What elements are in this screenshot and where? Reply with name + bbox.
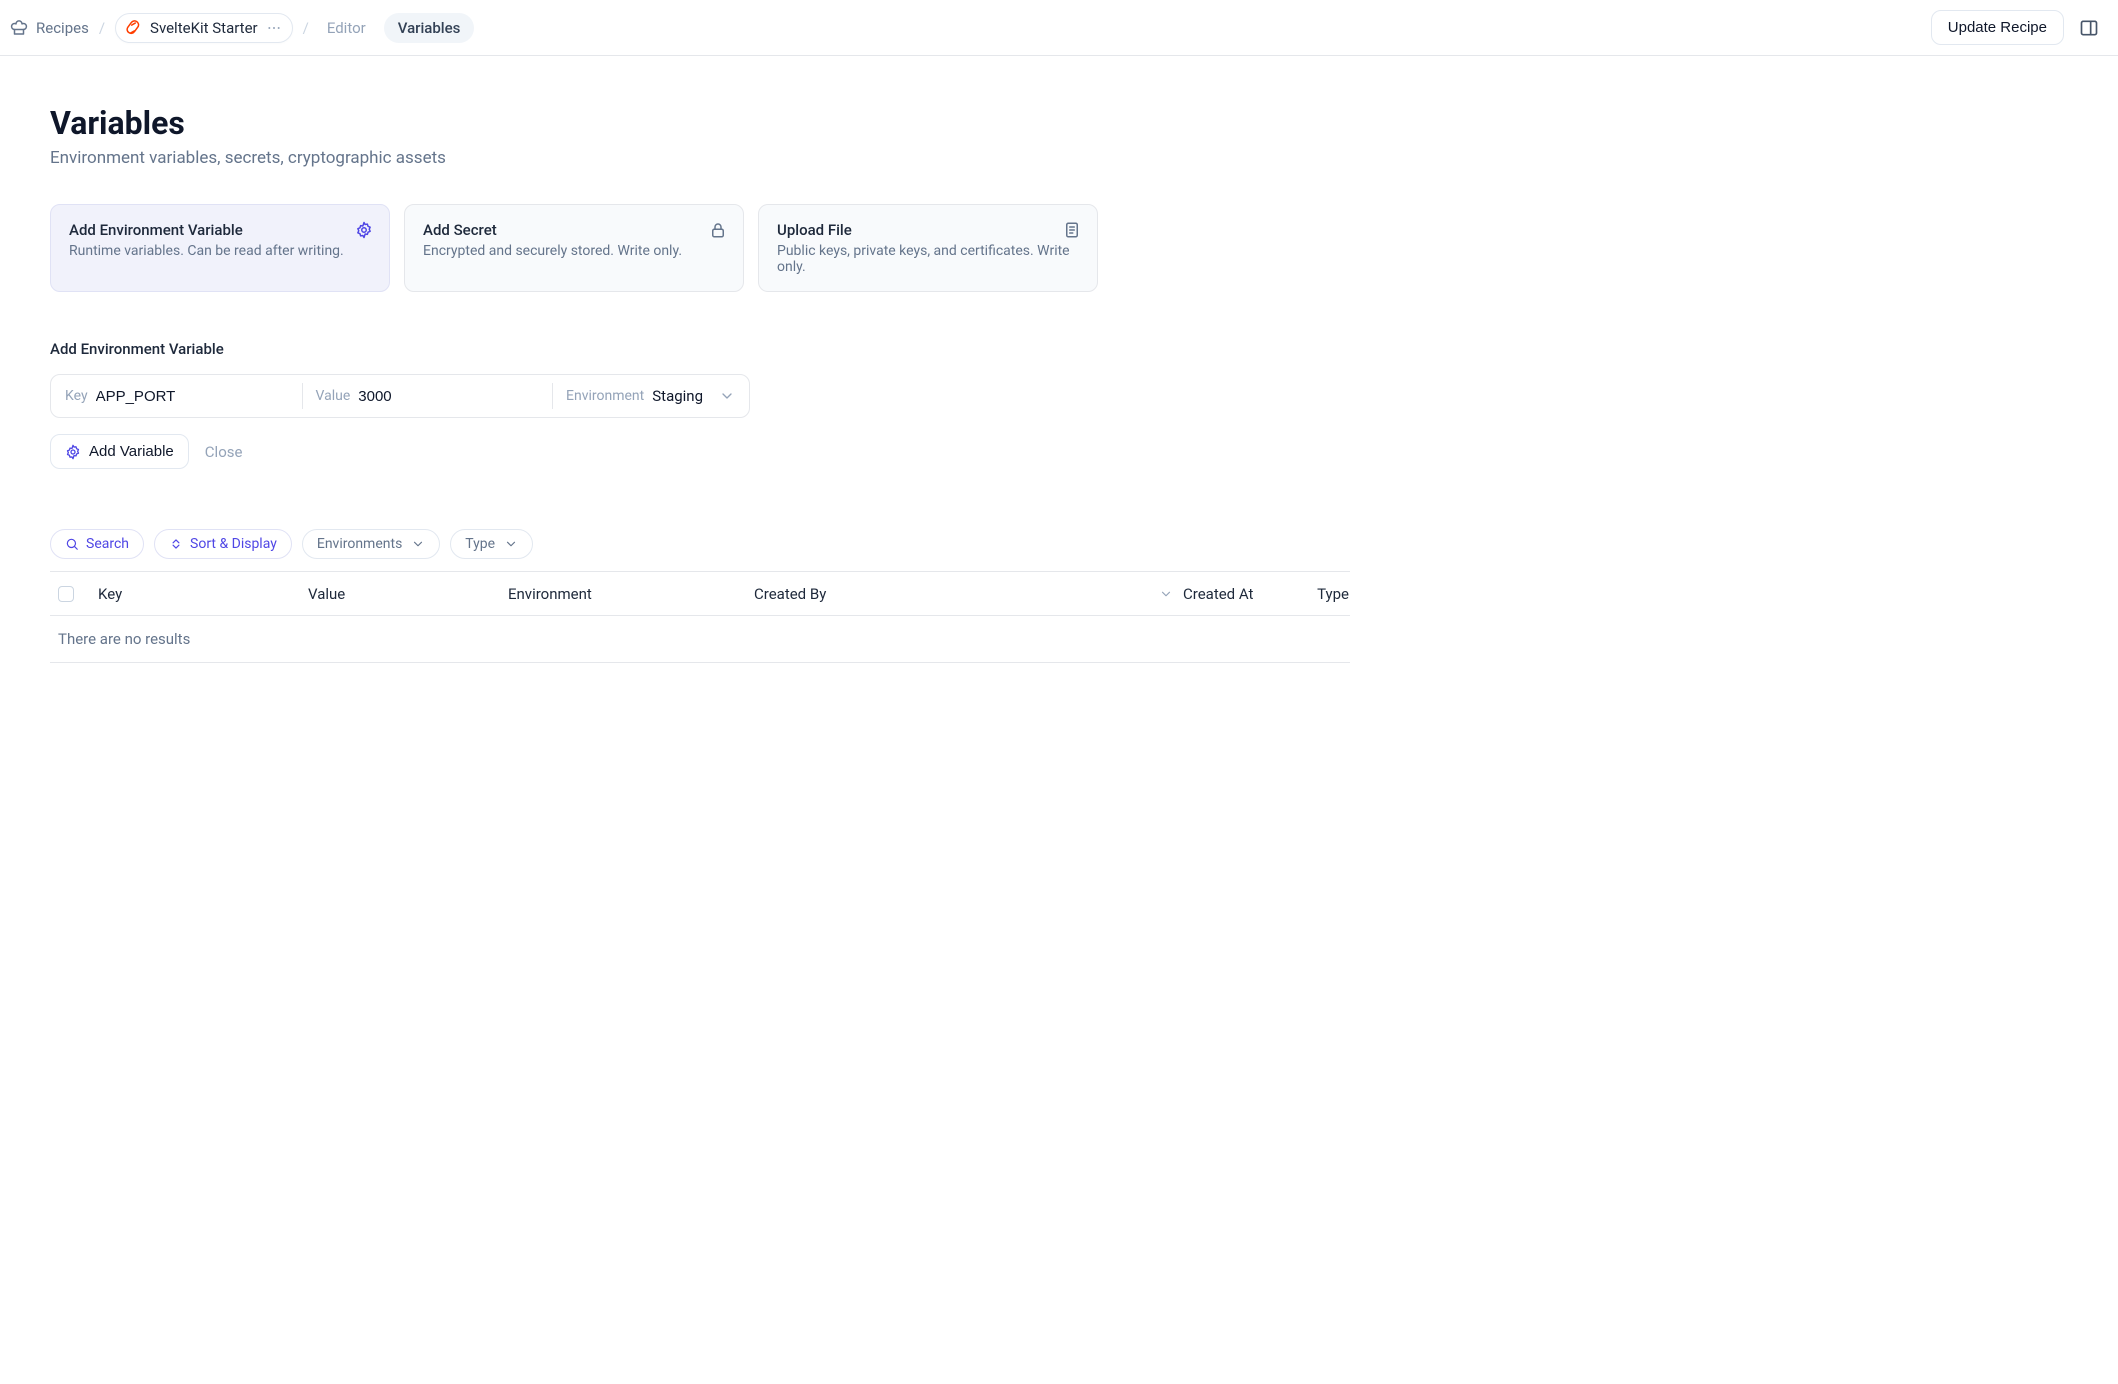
file-icon [1063, 221, 1081, 239]
chef-hat-icon [10, 19, 28, 37]
svelte-logo-icon [124, 19, 142, 37]
search-chip[interactable]: Search [50, 529, 144, 559]
panel-toggle-button[interactable] [2074, 13, 2104, 43]
card-add-secret[interactable]: Add Secret Encrypted and securely stored… [404, 204, 744, 292]
add-variable-button[interactable]: Add Variable [50, 434, 189, 469]
recipe-name: SvelteKit Starter [150, 19, 258, 37]
chevron-down-icon [719, 388, 735, 404]
settings-gear-icon [65, 444, 81, 460]
value-label: Value [316, 388, 351, 404]
card-title: Add Environment Variable [69, 221, 371, 239]
environments-label: Environments [317, 536, 402, 552]
type-label: Type [465, 536, 495, 552]
breadcrumb-recipes[interactable]: Recipes [10, 19, 89, 37]
breadcrumb-separator: / [303, 19, 309, 37]
env-value: Staging [652, 387, 703, 405]
card-desc: Encrypted and securely stored. Write onl… [423, 243, 725, 259]
env-label: Environment [566, 388, 644, 404]
checkbox-icon [58, 586, 74, 602]
col-value[interactable]: Value [308, 585, 508, 603]
sort-label: Sort & Display [190, 536, 277, 552]
settings-gear-icon [355, 221, 373, 239]
value-field[interactable]: Value [302, 375, 553, 417]
col-created-at[interactable]: Created At [1159, 585, 1279, 603]
add-variable-label: Add Variable [89, 443, 174, 460]
search-label: Search [86, 536, 129, 552]
card-desc: Public keys, private keys, and certifica… [777, 243, 1079, 275]
sort-icon [169, 537, 183, 551]
page: Variables Environment variables, secrets… [0, 56, 1360, 703]
update-recipe-button[interactable]: Update Recipe [1931, 10, 2064, 45]
chevron-down-icon [1159, 587, 1173, 601]
breadcrumb-root-label: Recipes [36, 19, 89, 37]
env-var-form-row: Key Value Environment Staging [50, 374, 750, 418]
environments-filter-chip[interactable]: Environments [302, 529, 440, 559]
tab-editor[interactable]: Editor [319, 15, 374, 41]
col-created-by[interactable]: Created By [754, 585, 1159, 603]
key-input[interactable] [96, 388, 288, 405]
card-upload-file[interactable]: Upload File Public keys, private keys, a… [758, 204, 1098, 292]
value-input[interactable] [358, 388, 538, 405]
select-all-header[interactable] [58, 586, 98, 602]
col-environment[interactable]: Environment [508, 585, 754, 603]
top-bar: Recipes / SvelteKit Starter / Editor Var… [0, 0, 2118, 56]
card-title: Add Secret [423, 221, 725, 239]
type-filter-chip[interactable]: Type [450, 529, 533, 559]
table-empty-state: There are no results [50, 616, 1350, 662]
panel-right-icon [2079, 18, 2099, 38]
col-type[interactable]: Type [1279, 585, 1349, 603]
sort-display-chip[interactable]: Sort & Display [154, 529, 292, 559]
col-key[interactable]: Key [98, 585, 308, 603]
chevron-down-icon [411, 537, 425, 551]
add-type-cards: Add Environment Variable Runtime variabl… [50, 204, 1310, 292]
card-title: Upload File [777, 221, 1079, 239]
environment-select[interactable]: Environment Staging [552, 375, 749, 417]
page-subtitle: Environment variables, secrets, cryptogr… [50, 148, 1310, 168]
breadcrumb-separator: / [99, 19, 105, 37]
ellipsis-icon[interactable] [266, 20, 282, 36]
tab-variables[interactable]: Variables [384, 13, 475, 43]
table-filters: Search Sort & Display Environments Type [50, 529, 1310, 559]
variables-table: Key Value Environment Created By Created… [50, 571, 1350, 663]
breadcrumb: Recipes / SvelteKit Starter / Editor Var… [10, 13, 1921, 43]
table-header: Key Value Environment Created By Created… [50, 572, 1350, 616]
form-title: Add Environment Variable [50, 340, 1310, 358]
close-button[interactable]: Close [205, 443, 243, 461]
chevron-down-icon [504, 537, 518, 551]
lock-icon [709, 221, 727, 239]
search-icon [65, 537, 79, 551]
card-desc: Runtime variables. Can be read after wri… [69, 243, 371, 259]
recipe-chip[interactable]: SvelteKit Starter [115, 13, 293, 43]
form-actions: Add Variable Close [50, 434, 1310, 469]
page-title: Variables [50, 104, 1310, 142]
key-field[interactable]: Key [51, 375, 302, 417]
card-add-env-var[interactable]: Add Environment Variable Runtime variabl… [50, 204, 390, 292]
key-label: Key [65, 388, 88, 404]
